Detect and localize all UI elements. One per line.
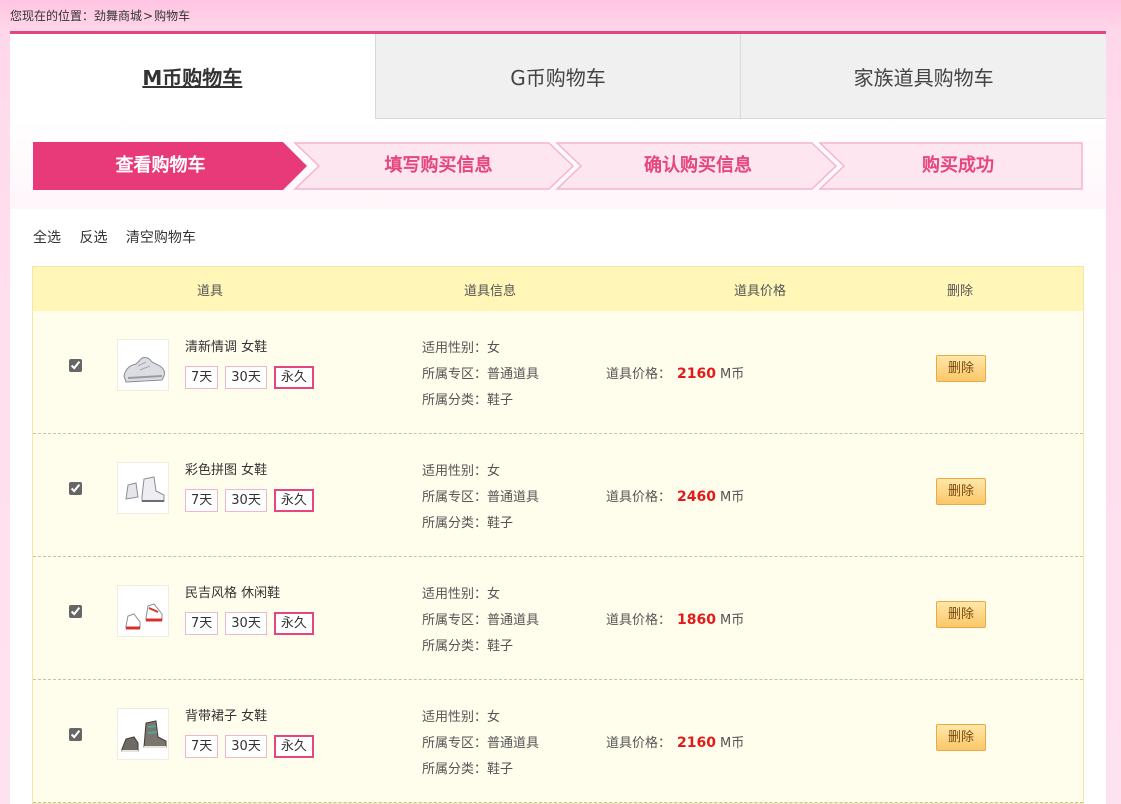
red-shoe-icon (117, 585, 169, 637)
duration-options: 7天 30天 永久 (185, 489, 314, 512)
cart-tabs: M币购物车 G币购物车 家族道具购物车 (10, 34, 1107, 119)
bulk-actions: 全选 反选 清空购物车 (33, 227, 210, 247)
table-row: 背带裙子 女鞋 7天 30天 永久 适用性别：女 所属专区：普通道具 所属分类：… (33, 680, 1083, 803)
item-name: 清新情调 女鞋 (185, 340, 268, 355)
tab-m-coin-cart[interactable]: M币购物车 (10, 34, 375, 119)
progress-steps: 查看购物车 填写购买信息 确认购买信息 购买成功 (33, 142, 1083, 190)
item-info: 适用性别：女 所属专区：普通道具 所属分类：鞋子 (422, 705, 539, 783)
item-info: 适用性别：女 所属专区：普通道具 所属分类：鞋子 (422, 336, 539, 414)
table-row: 彩色拼图 女鞋 7天 30天 永久 适用性别：女 所属专区：普通道具 所属分类：… (33, 434, 1083, 557)
price-label: 道具价格： (606, 736, 672, 751)
header-price: 道具价格 (734, 283, 787, 299)
item-category: 所属分类：鞋子 (422, 516, 514, 531)
delete-button[interactable]: 删除 (936, 478, 986, 505)
price-value: 1860 (677, 612, 716, 628)
item-category: 所属分类：鞋子 (422, 762, 514, 777)
item-category: 所属分类：鞋子 (422, 393, 514, 408)
duration-30-days[interactable]: 30天 (225, 735, 267, 758)
clear-cart-link[interactable]: 清空购物车 (126, 230, 196, 246)
table-row: 清新情调 女鞋 7天 30天 永久 适用性别：女 所属专区：普通道具 所属分类：… (33, 311, 1083, 434)
duration-options: 7天 30天 永久 (185, 612, 314, 635)
tab-family-item-cart[interactable]: 家族道具购物车 (740, 34, 1107, 119)
price-value: 2460 (677, 489, 716, 505)
price-currency: M币 (719, 736, 745, 751)
price-currency: M币 (719, 490, 745, 505)
step-fill-info: 填写购买信息 (384, 155, 493, 176)
item-info: 适用性别：女 所属专区：普通道具 所属分类：鞋子 (422, 459, 539, 537)
duration-7-days[interactable]: 7天 (185, 366, 219, 389)
duration-7-days[interactable]: 7天 (185, 489, 219, 512)
duration-permanent[interactable]: 永久 (273, 735, 314, 758)
duration-options: 7天 30天 永久 (185, 735, 314, 758)
breadcrumb-link-mall[interactable]: 劲舞商城 (94, 9, 142, 23)
delete-button[interactable]: 删除 (936, 601, 986, 628)
item-category: 所属分类：鞋子 (422, 639, 514, 654)
breadcrumb: 您现在的位置：劲舞商城>购物车 (10, 7, 190, 24)
table-header: 道具 道具信息 道具价格 删除 (33, 267, 1083, 311)
row-checkbox[interactable] (69, 482, 82, 495)
duration-30-days[interactable]: 30天 (225, 612, 267, 635)
item-price: 道具价格： 2460 M币 (606, 486, 744, 505)
table-row: 民吉风格 休闲鞋 7天 30天 永久 适用性别：女 所属专区：普通道具 所属分类… (33, 557, 1083, 680)
price-value: 2160 (677, 735, 716, 751)
price-currency: M币 (719, 613, 745, 628)
price-currency: M币 (719, 367, 745, 382)
item-price: 道具价格： 2160 M币 (606, 363, 744, 382)
duration-options: 7天 30天 永久 (185, 366, 314, 389)
invert-selection-link[interactable]: 反选 (79, 230, 107, 246)
item-gender: 适用性别：女 (422, 587, 501, 602)
breadcrumb-prefix: 您现在的位置： (10, 9, 95, 23)
duration-7-days[interactable]: 7天 (185, 735, 219, 758)
white-sneaker-icon (117, 339, 169, 391)
step-view-cart: 查看购物车 (115, 155, 206, 176)
item-name: 背带裙子 女鞋 (185, 709, 268, 724)
duration-30-days[interactable]: 30天 (225, 366, 267, 389)
header-delete: 删除 (947, 283, 974, 299)
duration-30-days[interactable]: 30天 (225, 489, 267, 512)
cart-table: 道具 道具信息 道具价格 删除 清新情调 女鞋 7天 30天 永久 适用性别：女… (32, 266, 1084, 804)
breadcrumb-separator: > (143, 9, 154, 23)
price-label: 道具价格： (606, 613, 672, 628)
duration-permanent[interactable]: 永久 (273, 489, 314, 512)
delete-button[interactable]: 删除 (936, 355, 986, 382)
price-label: 道具价格： (606, 490, 672, 505)
row-checkbox[interactable] (69, 728, 82, 741)
duration-permanent[interactable]: 永久 (273, 612, 314, 635)
item-name: 彩色拼图 女鞋 (185, 463, 268, 478)
step-success: 购买成功 (922, 155, 994, 176)
item-gender: 适用性别：女 (422, 464, 501, 479)
white-boot-icon (117, 462, 169, 514)
item-gender: 适用性别：女 (422, 710, 501, 725)
item-zone: 所属专区：普通道具 (422, 367, 540, 382)
row-checkbox[interactable] (69, 605, 82, 618)
breadcrumb-current: 购物车 (154, 9, 191, 23)
item-info: 适用性别：女 所属专区：普通道具 所属分类：鞋子 (422, 582, 539, 660)
item-zone: 所属专区：普通道具 (422, 736, 540, 751)
item-price: 道具价格： 1860 M币 (606, 609, 744, 628)
header-item: 道具 (197, 283, 224, 299)
row-checkbox[interactable] (69, 359, 82, 372)
item-zone: 所属专区：普通道具 (422, 490, 540, 505)
step-confirm-info: 确认购买信息 (644, 155, 752, 176)
price-value: 2160 (677, 366, 716, 382)
header-info: 道具信息 (464, 283, 517, 299)
price-label: 道具价格： (606, 367, 672, 382)
duration-7-days[interactable]: 7天 (185, 612, 219, 635)
gray-sneaker-icon (117, 708, 169, 760)
progress-steps-area: 查看购物车 填写购买信息 确认购买信息 购买成功 (10, 119, 1106, 209)
item-name: 民吉风格 休闲鞋 (185, 586, 281, 601)
item-zone: 所属专区：普通道具 (422, 613, 540, 628)
item-price: 道具价格： 2160 M币 (606, 732, 744, 751)
cart-panel: M币购物车 G币购物车 家族道具购物车 查看购物车 填写购买信息 确认购买信息 … (10, 31, 1107, 804)
select-all-link[interactable]: 全选 (33, 230, 61, 246)
duration-permanent[interactable]: 永久 (273, 366, 314, 389)
item-gender: 适用性别：女 (422, 341, 501, 356)
delete-button[interactable]: 删除 (936, 724, 986, 751)
tab-g-coin-cart[interactable]: G币购物车 (374, 34, 741, 119)
